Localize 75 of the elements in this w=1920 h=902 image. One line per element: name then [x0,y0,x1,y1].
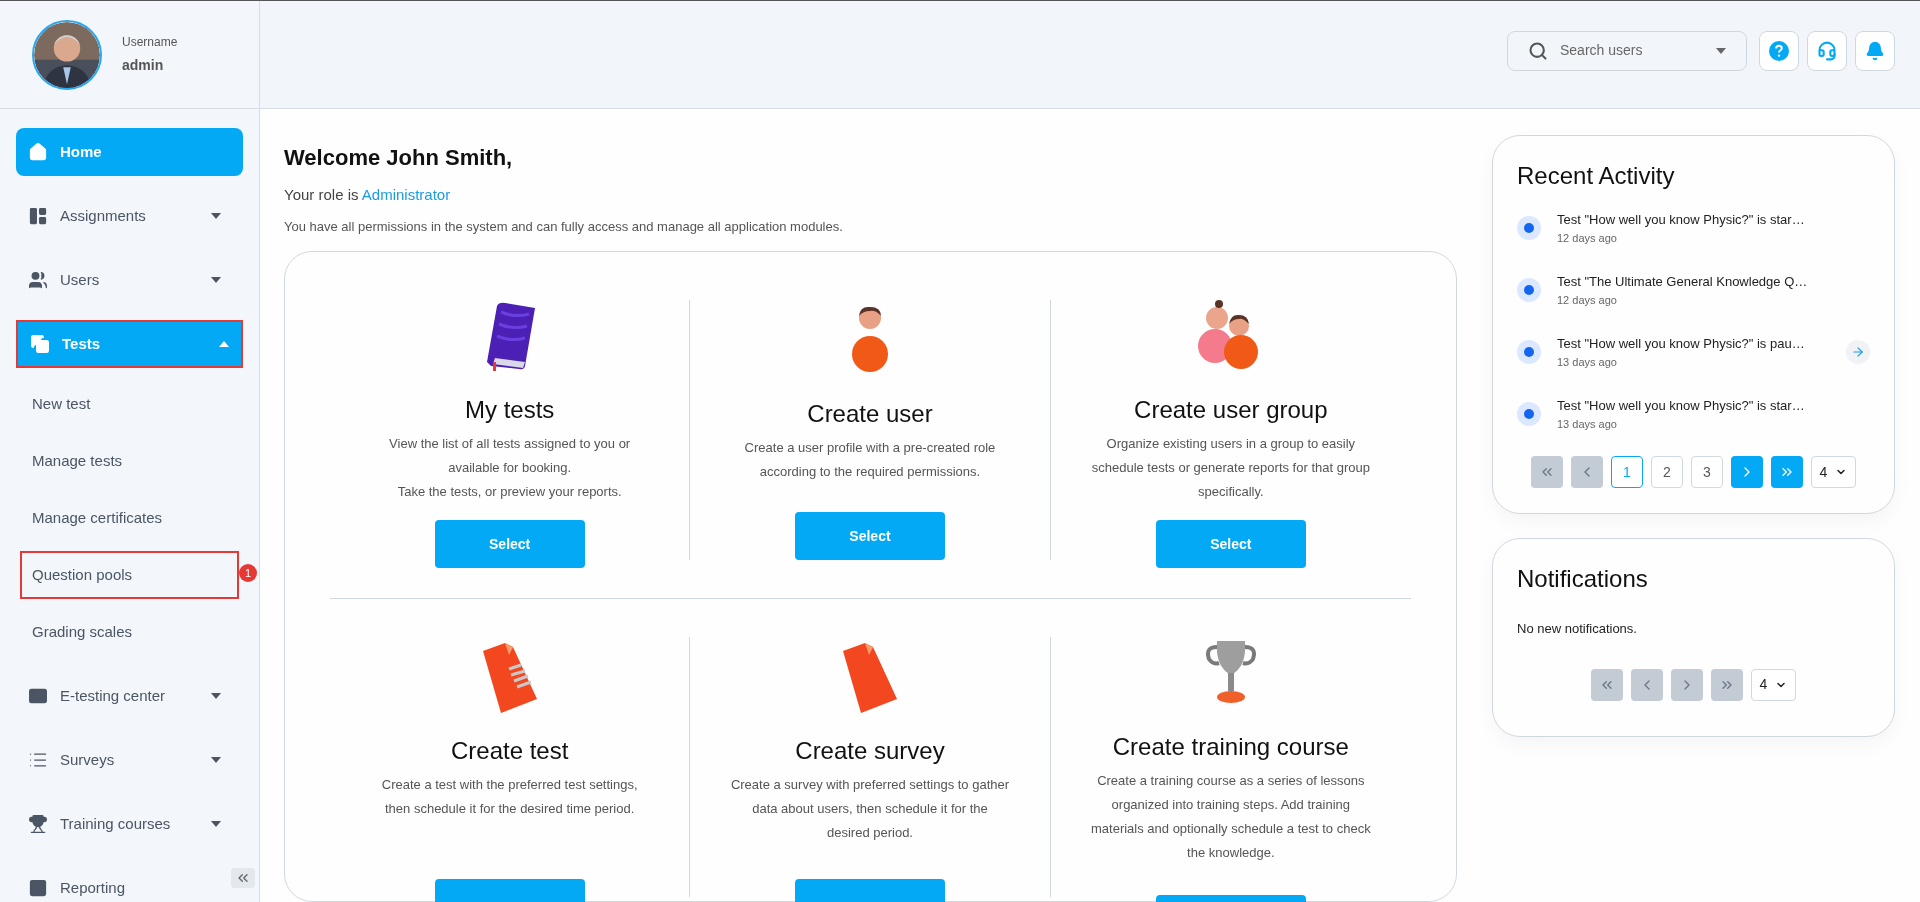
sidebar-item[interactable]: Reporting [16,864,227,902]
collapse-sidebar-button[interactable] [231,868,255,888]
page-button[interactable]: 3 [1691,456,1723,488]
search-icon [1528,40,1548,61]
username: admin [122,56,165,75]
permissions-text: You have all permissions in the system and can fully access and manage all application modules. [284,217,844,236]
card-title: Create training course [1112,732,1349,762]
caret-up-icon [219,341,229,347]
activity-time: 13 days ago [1557,354,1618,370]
last-page-button[interactable] [1771,456,1803,488]
caret-down-icon [211,693,221,699]
open-activity-button[interactable] [1846,340,1870,364]
submenu-item[interactable]: Manage certificates [20,494,239,542]
users-icon [28,270,48,290]
sidebar-item[interactable]: Assignments [16,192,227,240]
card-title: Create survey [795,736,945,766]
username-label: Username [122,34,178,51]
card-description: Create a user profile with a pre-created role according to the required permissions. [743,439,997,481]
status-dot-icon [1517,340,1541,364]
activity-time: 13 days ago [1557,416,1618,432]
activity-text: Test "The Ultimate General Knowledge Q… [1557,273,1809,291]
page-size-select[interactable]: 4 [1751,668,1796,701]
status-dot-icon [1517,216,1541,240]
card-description: Organize existing users in a group to easily schedule tests or generate reports for that group specifically. [1090,435,1371,501]
card-description: Create a training course as a series of lessons organized into training steps. Add training materials and optionally schedule a test to check the knowledge. [1090,772,1371,862]
page-button[interactable]: 2 [1651,456,1683,488]
card-description: View the list of all tests assigned to you or available for booking. [388,435,632,477]
caret-down-icon [211,213,221,219]
status-dot-icon [1517,402,1541,426]
search-input[interactable]: Search users [1560,40,1704,61]
submenu-item[interactable]: Manage tests [20,437,239,485]
submenu-item[interactable]: Grading scales [20,608,239,656]
search-field[interactable]: Search users [1507,30,1747,71]
status-dot-icon [1517,278,1541,302]
notification-badge: 1 [239,564,257,582]
trophy-icon [28,814,48,834]
support-button[interactable] [1807,30,1847,71]
card-title: Create test [450,736,569,766]
role-text: Your role is Administrator [284,185,452,205]
empty-notifications-text: No new notifications. [1517,620,1638,638]
next-page-button[interactable] [1731,456,1763,488]
activity-text: Test "How well you know Physic?" is star… [1557,211,1806,229]
card-description: Create a test with the preferred test settings, then schedule it for the desired time period. [380,776,639,818]
sidebar-item[interactable]: Users [16,256,227,304]
activity-text: Test "How well you know Physic?" is pau… [1557,335,1806,353]
page-size-select[interactable]: 4 [1811,456,1856,488]
copy-icon [30,334,50,354]
card-title: My tests [465,395,555,425]
activity-time: 12 days ago [1557,230,1618,246]
home-icon [28,142,48,162]
card-description: Create a survey with preferred settings to gather data about users, then schedule it for the desired period. [730,776,1010,842]
help-icon [1769,40,1789,61]
sidebar-item[interactable]: Training courses [16,800,227,848]
submenu-item[interactable]: New test [20,380,239,428]
card-description: Take the tests, or preview your reports. [397,483,622,501]
card-title: Create user group [1134,395,1328,425]
window-icon [28,686,48,706]
card-title: Notifications [1517,564,1649,594]
sidebar-item[interactable]: E-testing center [16,672,227,720]
caret-down-icon [211,277,221,283]
dashboard-icon [28,206,48,226]
caret-down-icon [211,821,221,827]
caret-down-icon [1716,47,1726,54]
card-title: Create user [807,399,933,429]
welcome-title: Welcome John Smith, [284,144,514,172]
caret-down-icon [211,757,221,763]
bell-icon [1865,40,1885,61]
sidebar-item[interactable]: Surveys [16,736,227,784]
headset-icon [1817,40,1837,61]
card-title: Recent Activity [1517,161,1676,191]
activity-time: 12 days ago [1557,292,1618,308]
notifications-button[interactable] [1855,30,1895,71]
submenu-item[interactable]: Question pools [20,551,239,599]
help-button[interactable] [1759,30,1799,71]
activity-text: Test "How well you know Physic?" is star… [1557,397,1806,415]
